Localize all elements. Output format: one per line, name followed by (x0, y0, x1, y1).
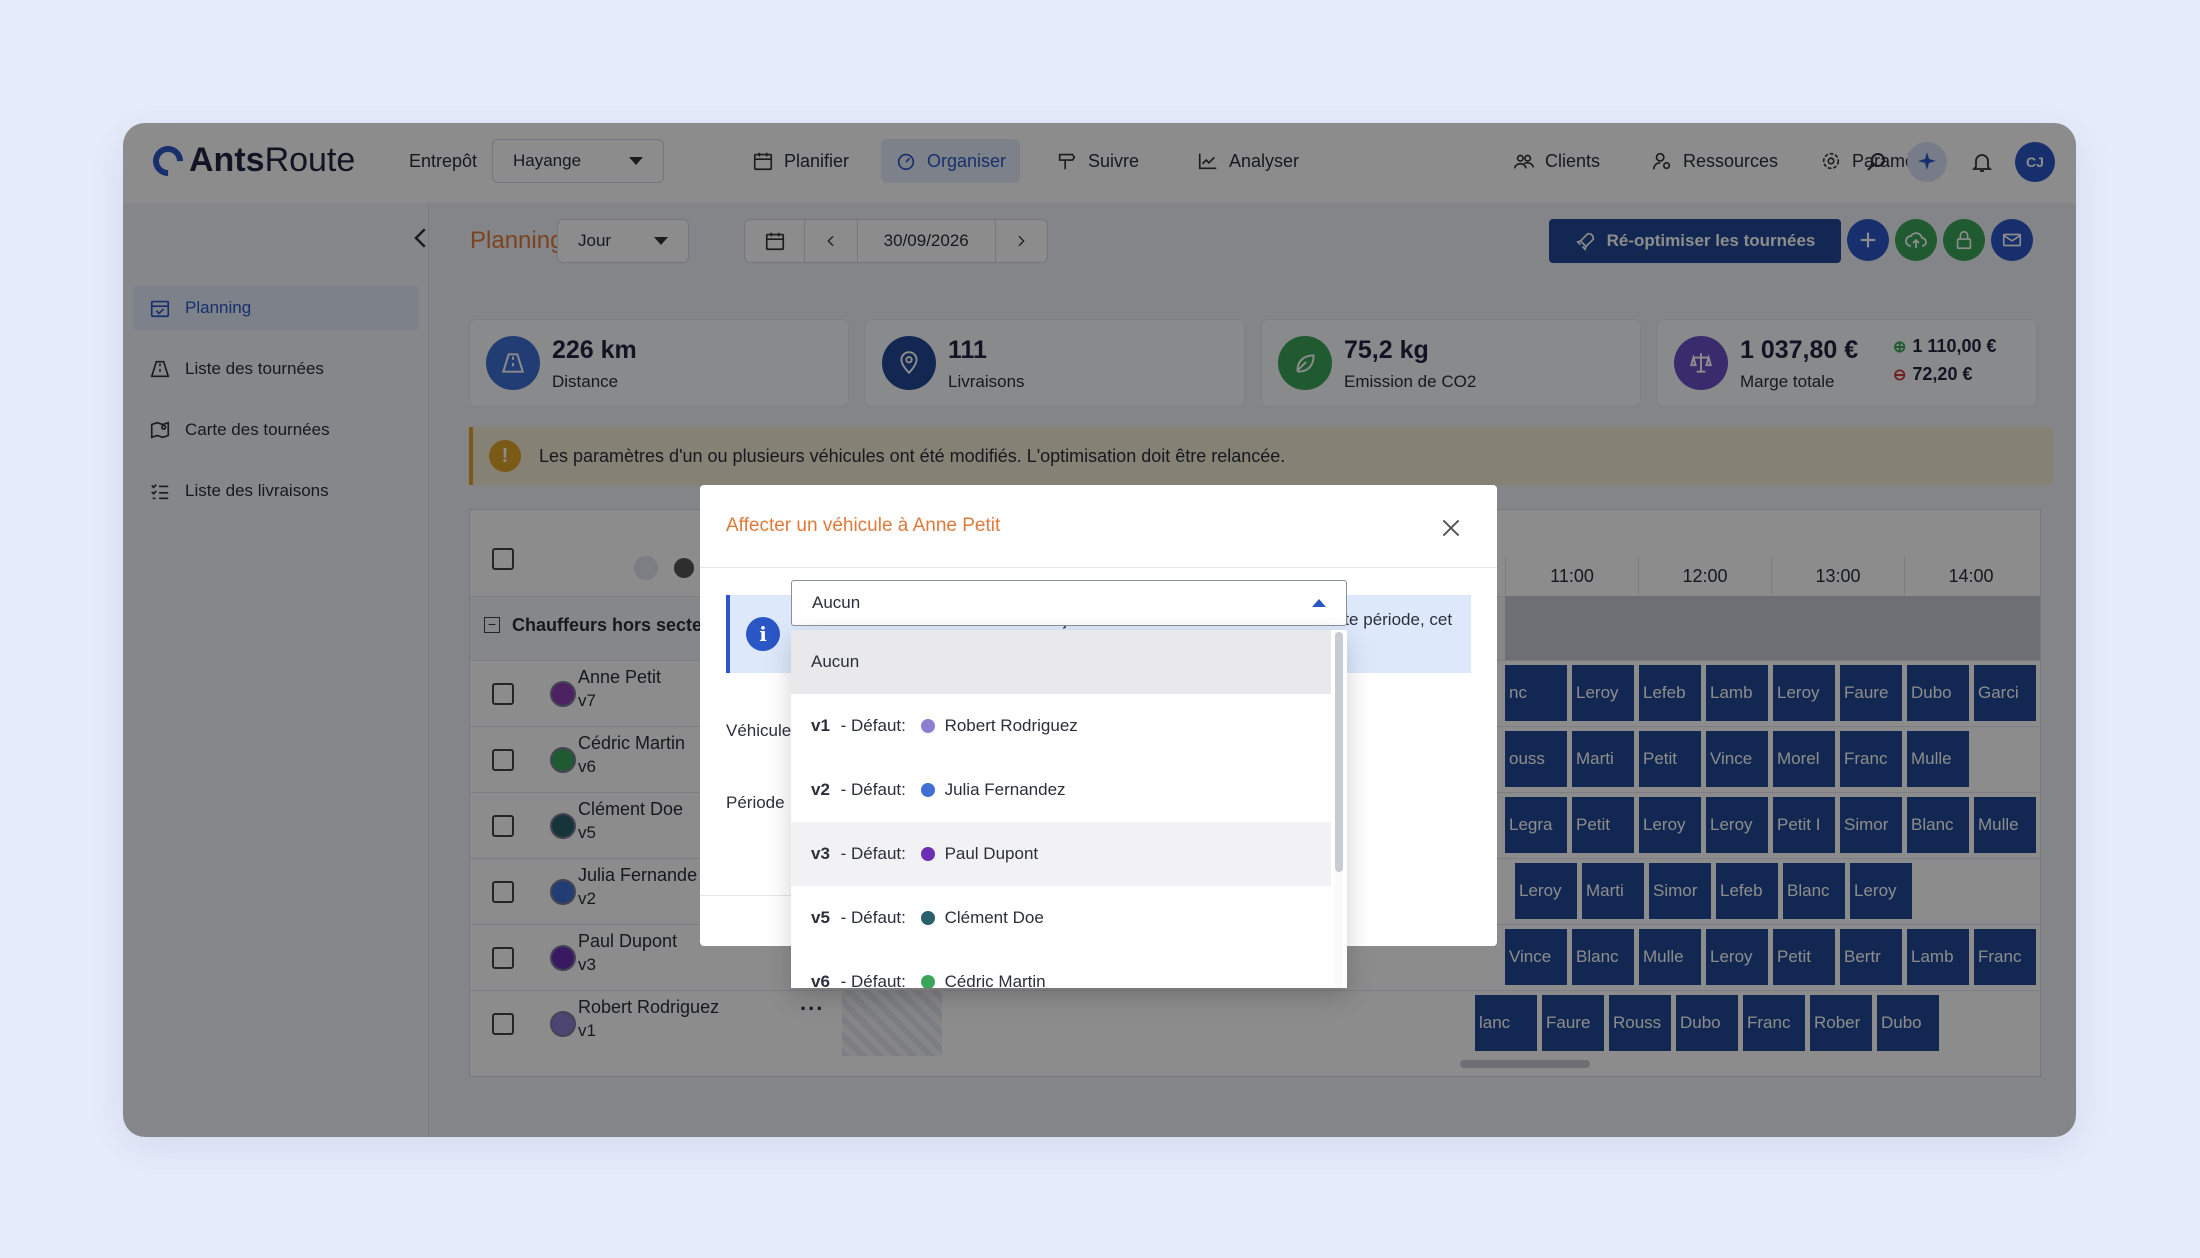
period-label: Période (726, 793, 785, 812)
option-code: v5 (811, 908, 830, 927)
driver-color-dot (920, 847, 935, 861)
driver-color-dot (920, 911, 935, 925)
option-label: Aucun (811, 652, 860, 671)
option-code: v6 (811, 972, 830, 988)
option-v2[interactable]: v2 - Défaut: Julia Fernandez (791, 758, 1331, 822)
option-prefix: - Défaut: (835, 908, 911, 927)
option-v3[interactable]: v3 - Défaut: Paul Dupont (791, 822, 1331, 886)
driver-color-dot (920, 719, 935, 733)
vehicle-dropdown-list: Aucun v1 - Défaut: Robert Rodriguez v2 - … (791, 630, 1347, 988)
info-icon: i (746, 617, 780, 651)
close-button[interactable] (1438, 515, 1464, 541)
option-v5[interactable]: v5 - Défaut: Clément Doe (791, 886, 1331, 950)
option-driver: Robert Rodriguez (944, 716, 1078, 735)
driver-color-dot (920, 783, 935, 797)
option-driver: Clément Doe (944, 908, 1044, 927)
option-v6[interactable]: v6 - Défaut: Cédric Martin (791, 950, 1331, 988)
option-prefix: - Défaut: (835, 972, 911, 988)
option-driver: Cédric Martin (944, 972, 1046, 988)
chevron-up-icon (1312, 599, 1326, 607)
modal-title: Affecter un véhicule à Anne Petit (726, 515, 1001, 536)
option-code: v3 (811, 844, 830, 863)
option-prefix: - Défaut: (835, 780, 911, 799)
scrollbar-thumb[interactable] (1335, 632, 1343, 872)
option-v1[interactable]: v1 - Défaut: Robert Rodriguez (791, 694, 1331, 758)
divider (700, 567, 1497, 568)
option-prefix: - Défaut: (835, 844, 911, 863)
close-icon (1442, 519, 1460, 537)
app-window: Ants Route Entrepôt Hayange Planifier Org… (123, 123, 2076, 1137)
dropdown-scrollbar[interactable] (1335, 632, 1343, 988)
driver-color-dot (920, 975, 935, 988)
option-driver: Julia Fernandez (944, 780, 1066, 799)
vehicle-select[interactable]: Aucun (791, 580, 1347, 626)
vehicle-label: Véhicule (726, 721, 792, 740)
option-driver: Paul Dupont (944, 844, 1039, 863)
option-prefix: - Défaut: (835, 716, 911, 735)
option-aucun[interactable]: Aucun (791, 630, 1331, 694)
option-code: v1 (811, 716, 830, 735)
vehicle-select-value: Aucun (812, 593, 861, 612)
option-code: v2 (811, 780, 830, 799)
